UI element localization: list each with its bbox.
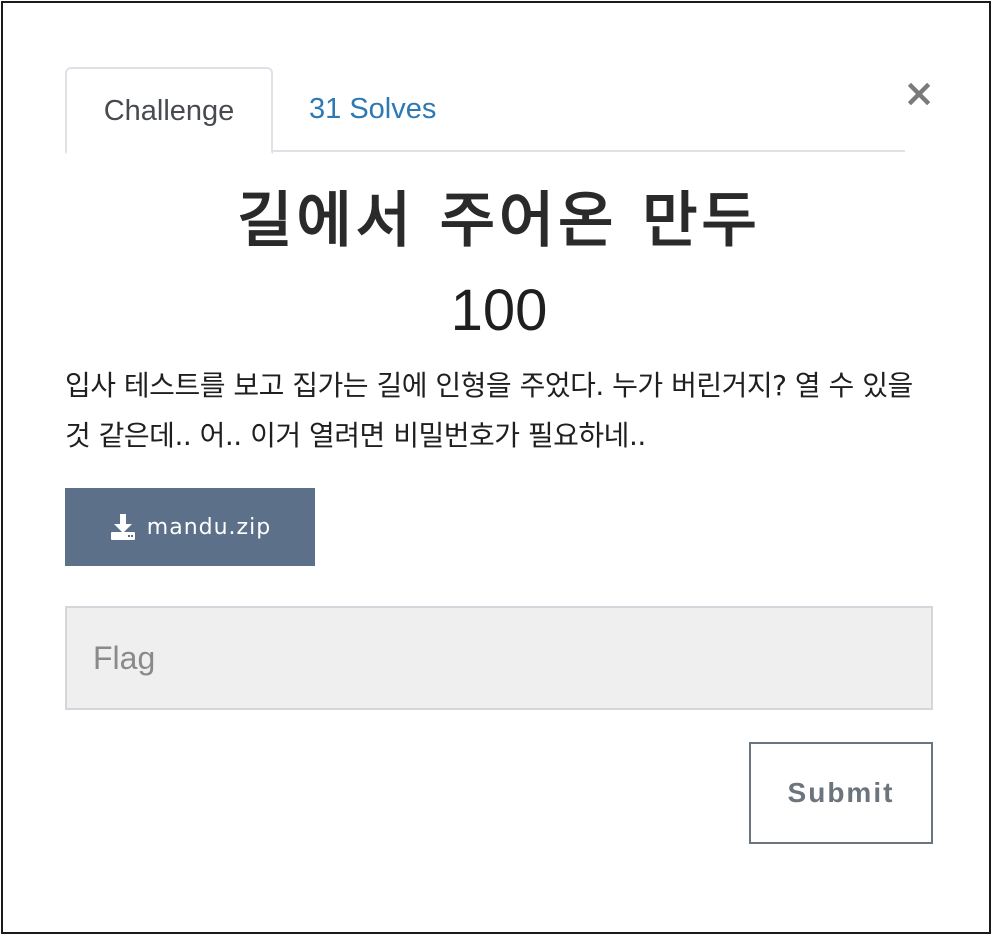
challenge-modal: × Challenge 31 Solves 길에서 주어온 만두 100 입사 … bbox=[1, 1, 991, 934]
challenge-tabs: Challenge 31 Solves bbox=[65, 67, 905, 154]
download-file-button[interactable]: mandu.zip bbox=[65, 488, 315, 566]
challenge-name: 길에서 주어온 만두 bbox=[237, 186, 761, 256]
challenge-value: 100 bbox=[450, 278, 548, 343]
download-file-label: mandu.zip bbox=[146, 514, 272, 540]
tab-solves[interactable]: 31 Solves bbox=[287, 67, 458, 152]
challenge-description: 입사 테스트를 보고 집가는 길에 인형을 주었다. 누가 버린거지? 열 수 … bbox=[65, 369, 913, 452]
submit-button[interactable]: Submit bbox=[749, 742, 933, 844]
flag-input[interactable] bbox=[65, 606, 933, 710]
close-icon[interactable]: × bbox=[901, 73, 937, 113]
tab-challenge[interactable]: Challenge bbox=[65, 67, 273, 154]
download-icon bbox=[109, 512, 137, 542]
